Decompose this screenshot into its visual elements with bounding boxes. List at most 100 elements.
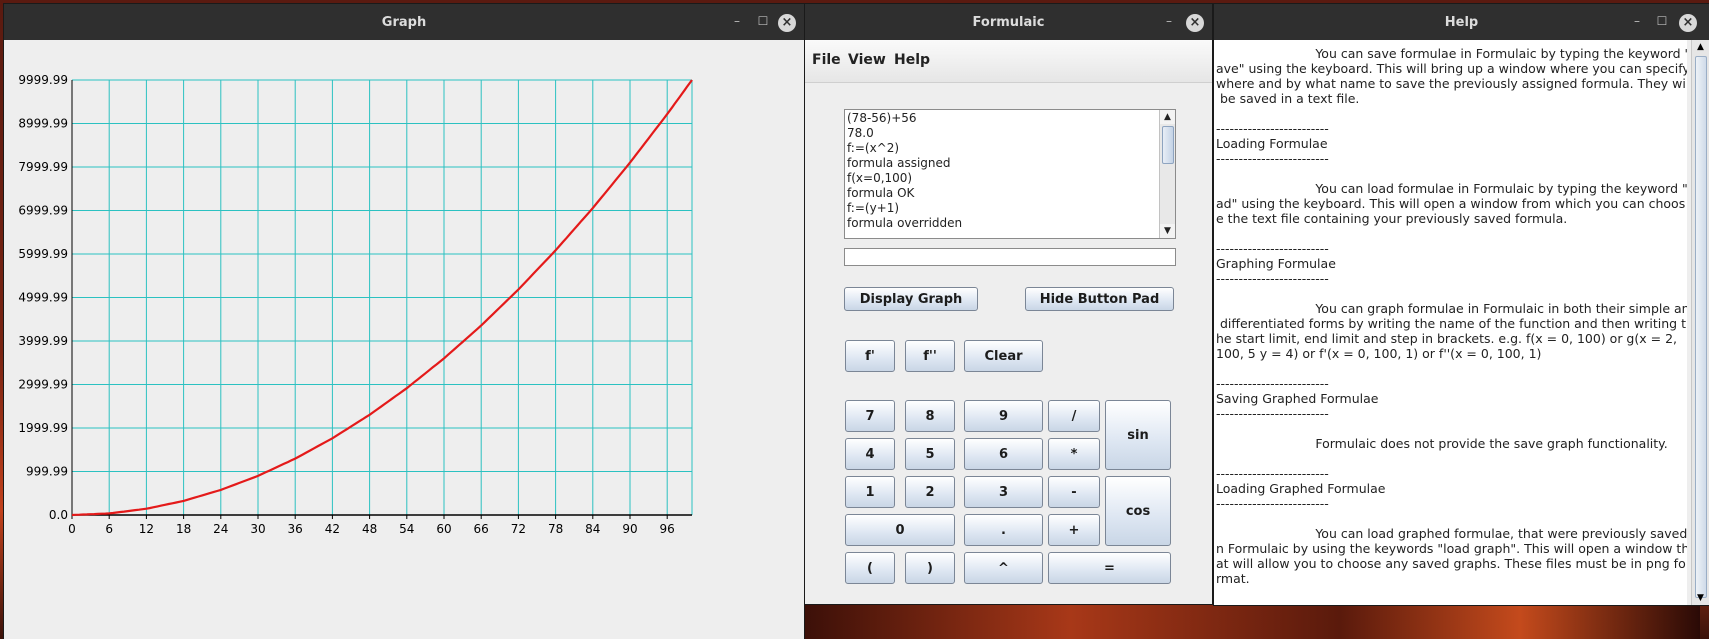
- x-tick-label: 12: [139, 522, 154, 536]
- scroll-up-icon[interactable]: ▲: [1160, 110, 1175, 124]
- digit-4-button[interactable]: 4: [845, 438, 895, 470]
- help-text-line: You can graph formulae in Formulaic in b…: [1216, 301, 1687, 316]
- help-text-line: e the text file containing your previous…: [1216, 211, 1568, 226]
- output-line: f(x=0,100): [847, 171, 913, 185]
- x-tick-label: 60: [436, 522, 451, 536]
- x-tick-label: 48: [362, 522, 377, 536]
- help-titlebar[interactable]: Help – ☐ ×: [1214, 4, 1709, 40]
- output-scrollbar[interactable]: ▲ ▼: [1159, 110, 1175, 238]
- x-tick-label: 30: [250, 522, 265, 536]
- help-text-area[interactable]: You can save formulae in Formulaic by ty…: [1214, 40, 1687, 605]
- desktop-background: [800, 600, 1700, 639]
- scroll-down-icon[interactable]: ▼: [1160, 224, 1175, 238]
- graph-window: Graph – ☐ × 9999.99 8999.99 7999.99 6999.99…: [4, 4, 804, 639]
- right-paren-button[interactable]: ): [905, 552, 955, 584]
- help-text-line: You can save formulae in Formulaic by ty…: [1216, 46, 1687, 61]
- help-text-line: -------------------------: [1216, 466, 1329, 481]
- formulaic-window-title: Formulaic: [972, 15, 1045, 30]
- output-area[interactable]: (78-56)+56 78.0 f:=(x^2) formula assigne…: [844, 109, 1176, 239]
- y-tick-label: 9999.99: [18, 73, 68, 87]
- minimize-icon[interactable]: –: [1630, 14, 1644, 28]
- cos-button[interactable]: cos: [1105, 476, 1171, 546]
- minus-button[interactable]: -: [1048, 476, 1100, 508]
- close-icon[interactable]: ×: [1679, 14, 1697, 32]
- hide-button-pad-button[interactable]: Hide Button Pad: [1025, 287, 1174, 311]
- menu-view[interactable]: View: [848, 52, 886, 68]
- x-tick-label: 96: [660, 522, 675, 536]
- x-tick-label: 42: [325, 522, 340, 536]
- f-double-prime-button[interactable]: f'': [905, 340, 955, 372]
- digit-9-button[interactable]: 9: [964, 400, 1043, 432]
- help-text-line: he start limit, end limit and step in br…: [1216, 331, 1677, 346]
- left-paren-button[interactable]: (: [845, 552, 895, 584]
- scroll-down-icon[interactable]: ▼: [1692, 591, 1709, 605]
- x-tick-label: 54: [399, 522, 414, 536]
- help-text-line: ad" using the keyboard. This will open a…: [1216, 196, 1686, 211]
- scroll-thumb[interactable]: [1695, 56, 1707, 598]
- maximize-icon[interactable]: ☐: [1655, 14, 1669, 28]
- digit-7-button[interactable]: 7: [845, 400, 895, 432]
- help-text-line: at will allow you to choose any saved gr…: [1216, 556, 1686, 571]
- x-tick-label: 0: [68, 522, 76, 536]
- help-text-line: You can load graphed formulae, that were…: [1216, 526, 1687, 541]
- menu-file[interactable]: File: [812, 52, 841, 68]
- f-prime-button[interactable]: f': [845, 340, 895, 372]
- decimal-point-button[interactable]: .: [964, 514, 1043, 546]
- equals-button[interactable]: =: [1048, 552, 1171, 584]
- output-line: (78-56)+56: [847, 111, 917, 125]
- y-tick-label: 6999.99: [18, 204, 68, 218]
- x-tick-label: 36: [288, 522, 303, 536]
- plus-button[interactable]: +: [1048, 514, 1100, 546]
- multiply-button[interactable]: *: [1048, 438, 1100, 470]
- power-button[interactable]: ^: [964, 552, 1043, 584]
- digit-6-button[interactable]: 6: [964, 438, 1043, 470]
- help-text-line: 100, 5 y = 4) or f'(x = 0, 100, 1) or f'…: [1216, 346, 1542, 361]
- menu-bar: File View Help: [805, 40, 1212, 83]
- digit-5-button[interactable]: 5: [905, 438, 955, 470]
- digit-0-button[interactable]: 0: [845, 514, 955, 546]
- scroll-up-icon[interactable]: ▲: [1692, 40, 1709, 54]
- output-line: f:=(y+1): [847, 201, 900, 215]
- digit-3-button[interactable]: 3: [964, 476, 1043, 508]
- help-text-line: Loading Graphed Formulae: [1216, 481, 1386, 496]
- x-tick-label: 72: [511, 522, 526, 536]
- formulaic-titlebar[interactable]: Formulaic – ×: [805, 4, 1212, 40]
- help-text-line: -------------------------: [1216, 241, 1329, 256]
- digit-8-button[interactable]: 8: [905, 400, 955, 432]
- x-tick-label: 78: [548, 522, 563, 536]
- formula-input[interactable]: [844, 248, 1176, 266]
- x-tick-label: 6: [105, 522, 113, 536]
- help-text-line: Loading Formulae: [1216, 136, 1328, 151]
- menu-help[interactable]: Help: [894, 52, 930, 68]
- help-text-line: differentiated forms by writing the name…: [1216, 316, 1686, 331]
- x-tick-label: 24: [213, 522, 228, 536]
- x-tick-label: 66: [474, 522, 489, 536]
- display-graph-button[interactable]: Display Graph: [844, 287, 978, 311]
- minimize-icon[interactable]: –: [1162, 14, 1176, 28]
- x-tick-label: 90: [622, 522, 637, 536]
- output-line: formula OK: [847, 186, 915, 200]
- digit-1-button[interactable]: 1: [845, 476, 895, 508]
- y-tick-label: 1999.99: [18, 421, 68, 435]
- help-text-line: rmat.: [1216, 571, 1250, 586]
- clear-button[interactable]: Clear: [964, 340, 1043, 372]
- help-text-line: -------------------------: [1216, 496, 1329, 511]
- graph-plot: 9999.998999.997999.996999.995999.994999.…: [18, 73, 693, 536]
- help-text-line: You can load formulae in Formulaic by ty…: [1216, 181, 1687, 196]
- sin-button[interactable]: sin: [1105, 400, 1171, 470]
- help-scrollbar[interactable]: ▲ ▼: [1691, 40, 1709, 605]
- y-tick-label: 2999.99: [18, 378, 68, 392]
- scroll-thumb[interactable]: [1162, 126, 1174, 164]
- digit-2-button[interactable]: 2: [905, 476, 955, 508]
- help-text-line: n Formulaic by using the keywords "load …: [1216, 541, 1687, 556]
- y-tick-label: 999.99: [26, 465, 68, 479]
- help-text-line: -------------------------: [1216, 151, 1329, 166]
- divide-button[interactable]: /: [1048, 400, 1100, 432]
- help-text-line: be saved in a text file.: [1216, 91, 1360, 106]
- help-text-line: Saving Graphed Formulae: [1216, 391, 1379, 406]
- help-text-line: -------------------------: [1216, 121, 1329, 136]
- close-icon[interactable]: ×: [1186, 14, 1204, 32]
- y-tick-label: 8999.99: [18, 117, 68, 131]
- output-line: 78.0: [847, 126, 874, 140]
- y-tick-label: 0.0: [49, 508, 68, 522]
